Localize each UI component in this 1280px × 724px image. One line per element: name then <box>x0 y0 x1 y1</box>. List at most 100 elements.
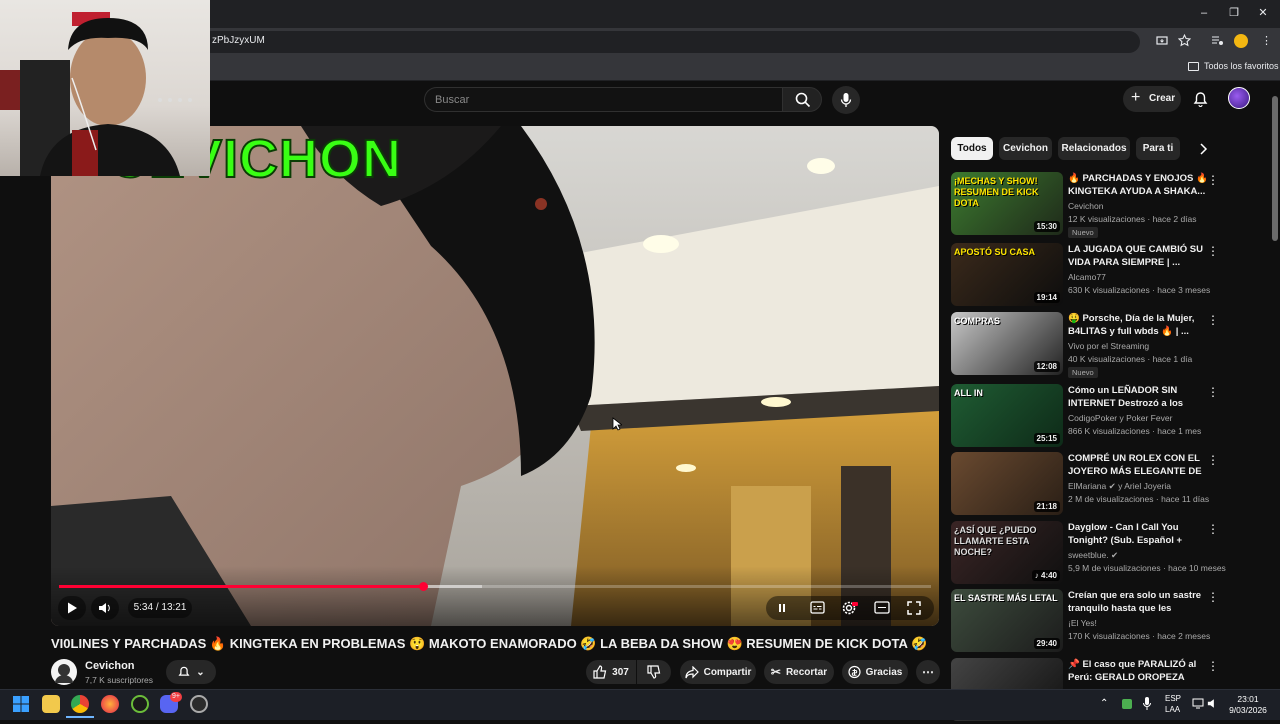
close-icon[interactable]: ✕ <box>1256 6 1270 20</box>
tray-chevron-icon[interactable]: ⌃ <box>1100 698 1108 709</box>
recommendation-title[interactable]: Creían que era solo un sastre tranquilo … <box>1068 589 1208 615</box>
more-vertical-icon[interactable]: ⋮ <box>1207 245 1219 257</box>
clock-date[interactable]: 9/03/2026 <box>1228 705 1268 715</box>
recommendation-channel[interactable]: ElMariana ✔ y Ariel Joyeria <box>1068 481 1171 492</box>
more-vertical-icon[interactable]: ⋮ <box>1207 660 1219 672</box>
language-label[interactable]: ESP <box>1165 694 1181 703</box>
new-badge: Nuevo <box>1068 227 1098 238</box>
address-bar[interactable] <box>200 31 1140 53</box>
clock-time[interactable]: 23:01 <box>1228 694 1268 704</box>
chip-para-ti[interactable]: Para ti <box>1136 137 1180 160</box>
language-sub-label[interactable]: LAA <box>1165 705 1180 714</box>
url-text[interactable]: zPbJzyxUM <box>212 35 265 46</box>
recommendation-title[interactable]: LA JUGADA QUE CAMBIÓ SU VIDA PARA SIEMPR… <box>1068 243 1208 269</box>
recommendation-title[interactable]: Dayglow - Can I Call You Tonight? (Sub. … <box>1068 521 1208 547</box>
firefox-icon[interactable] <box>101 695 119 713</box>
chrome-icon[interactable] <box>71 695 89 713</box>
profile-icon[interactable] <box>1234 34 1248 48</box>
like-button[interactable]: 307 <box>586 660 636 684</box>
recommendation-thumbnail[interactable]: ¡MECHAS Y SHOW! RESUMEN DE KICK DOTA 15:3… <box>951 172 1063 235</box>
media-controls-icon[interactable] <box>1211 35 1224 47</box>
dislike-button[interactable] <box>637 660 671 684</box>
speaker-icon[interactable] <box>1207 698 1219 709</box>
recommendation-thumbnail[interactable]: ALL IN 25:15 <box>951 384 1063 447</box>
recommendation-item[interactable]: ALL IN 25:15 Cómo un LEÑADOR SIN INTERNET … <box>951 384 1221 450</box>
install-app-icon[interactable] <box>1156 35 1168 47</box>
recommendation-thumbnail[interactable]: APOSTÓ SU CASA 19:14 <box>951 243 1063 306</box>
app-icon[interactable] <box>190 695 208 713</box>
subtitles-icon[interactable] <box>810 601 825 614</box>
recommendation-title[interactable]: Cómo un LEÑADOR SIN INTERNET Destrozó a … <box>1068 384 1208 410</box>
recommendation-title[interactable]: COMPRÉ UN ROLEX CON EL JOYERO MÁS ELEGAN… <box>1068 452 1208 478</box>
chrome-active-indicator <box>66 716 94 718</box>
search-button[interactable] <box>782 87 822 112</box>
recommendation-thumbnail[interactable]: 21:18 <box>951 452 1063 515</box>
recommendation-title[interactable]: 🔥 PARCHADAS Y ENOJOS 🔥 KINGTEKA AYUDA A … <box>1068 172 1208 198</box>
recommendation-channel[interactable]: Alcamo77 <box>1068 272 1106 282</box>
search-input[interactable]: Buscar <box>424 87 782 112</box>
windows-start-icon[interactable] <box>13 696 29 712</box>
fullscreen-icon[interactable] <box>907 601 921 615</box>
more-vertical-icon[interactable]: ⋮ <box>1207 314 1219 326</box>
progress-track[interactable] <box>59 582 931 591</box>
thanks-button[interactable]: Gracias <box>842 660 908 684</box>
more-vertical-icon[interactable]: ⋮ <box>1207 523 1219 535</box>
recommendation-item[interactable]: COMPRAS 12:08 🤑 Porsche, Día de la Mujer, … <box>951 312 1221 378</box>
maximize-icon[interactable]: ❐ <box>1227 6 1241 20</box>
settings-gear-icon[interactable] <box>842 600 858 616</box>
file-explorer-icon[interactable] <box>42 695 60 713</box>
more-vertical-icon[interactable]: ⋮ <box>1207 454 1219 466</box>
recommendation-channel[interactable]: CodigoPoker y Poker Fever <box>1068 413 1172 423</box>
more-vertical-icon[interactable]: ⋮ <box>1207 174 1219 186</box>
clip-button[interactable]: ✂ Recortar <box>764 660 834 684</box>
recommendation-item[interactable]: 21:18 COMPRÉ UN ROLEX CON EL JOYERO MÁS E… <box>951 452 1221 518</box>
chip-next-chevron-icon[interactable] <box>1196 142 1210 156</box>
xbox-icon[interactable] <box>131 695 149 713</box>
autoplay-toggle-icon[interactable] <box>776 602 788 614</box>
minimize-icon[interactable]: – <box>1197 6 1211 20</box>
more-vertical-icon[interactable]: ⋮ <box>1207 591 1219 603</box>
create-button[interactable]: + Crear <box>1123 86 1181 112</box>
recommendation-meta: 2 M de visualizaciones · hace 11 días <box>1068 494 1210 504</box>
recommendation-item[interactable]: EL SASTRE MÁS LETAL 29:40 Creían que era s… <box>951 589 1221 655</box>
notification-subscribe-button[interactable]: ⌄ <box>166 660 216 684</box>
scrubber-handle[interactable] <box>418 582 428 591</box>
recommendation-channel[interactable]: sweetblue. ✔ <box>1068 550 1118 561</box>
time-display: 5:34 / 13:21 <box>128 598 192 618</box>
theater-mode-icon[interactable] <box>874 601 890 614</box>
tray-mic-icon[interactable] <box>1143 697 1151 710</box>
recommendation-channel[interactable]: ¡El Yes! <box>1068 618 1097 628</box>
video-player[interactable]: CEVICHON <box>51 126 939 626</box>
more-vertical-icon[interactable]: ⋮ <box>1207 386 1219 398</box>
channel-avatar[interactable] <box>51 659 77 685</box>
volume-button[interactable] <box>91 596 119 620</box>
recommendation-item[interactable]: APOSTÓ SU CASA 19:14 LA JUGADA QUE CAMBIÓ … <box>951 243 1221 309</box>
chip-cevichon[interactable]: Cevichon <box>999 137 1052 160</box>
chip-relacionados[interactable]: Relacionados <box>1058 137 1130 160</box>
recommendation-channel[interactable]: Vivo por el Streaming <box>1068 341 1149 351</box>
all-bookmarks-label[interactable]: Todos los favoritos <box>1204 61 1279 71</box>
thumbnail-text: EL SASTRE MÁS LETAL <box>954 593 1058 603</box>
play-button[interactable] <box>58 596 86 620</box>
recommendation-title[interactable]: 📌 El caso que PARALIZÓ al Perú: GERALD O… <box>1068 658 1208 684</box>
recommendation-item[interactable]: ¿ASÍ QUE ¿PUEDO LLAMARTE ESTA NOCHE? ♪ 4:… <box>951 521 1226 587</box>
share-button[interactable]: Compartir <box>680 660 756 684</box>
recommendation-item[interactable]: ¡MECHAS Y SHOW! RESUMEN DE KICK DOTA 15:3… <box>951 172 1221 238</box>
tray-app-icon[interactable] <box>1122 699 1132 709</box>
network-icon[interactable] <box>1192 698 1204 709</box>
notifications-bell-icon[interactable] <box>1192 90 1209 108</box>
user-avatar[interactable] <box>1228 87 1250 109</box>
channel-name[interactable]: Cevichon <box>85 660 135 672</box>
bookmark-star-icon[interactable] <box>1178 34 1191 47</box>
recommendation-title[interactable]: 🤑 Porsche, Día de la Mujer, B4LITAS y fu… <box>1068 312 1208 338</box>
voice-search-button[interactable] <box>832 86 860 114</box>
recommendation-channel[interactable]: Cevichon <box>1068 201 1103 211</box>
chip-todos[interactable]: Todos <box>951 137 993 160</box>
duration-badge: 19:14 <box>1033 292 1060 303</box>
recommendation-thumbnail[interactable]: ¿ASÍ QUE ¿PUEDO LLAMARTE ESTA NOCHE? ♪ 4:… <box>951 521 1063 584</box>
recommendation-thumbnail[interactable]: EL SASTRE MÁS LETAL 29:40 <box>951 589 1063 652</box>
recommendation-thumbnail[interactable]: COMPRAS 12:08 <box>951 312 1063 375</box>
browser-menu-icon[interactable]: ⋮ <box>1261 34 1272 48</box>
sidebar-scrollbar[interactable] <box>1272 96 1278 241</box>
more-actions-button[interactable]: ⋯ <box>916 660 940 684</box>
